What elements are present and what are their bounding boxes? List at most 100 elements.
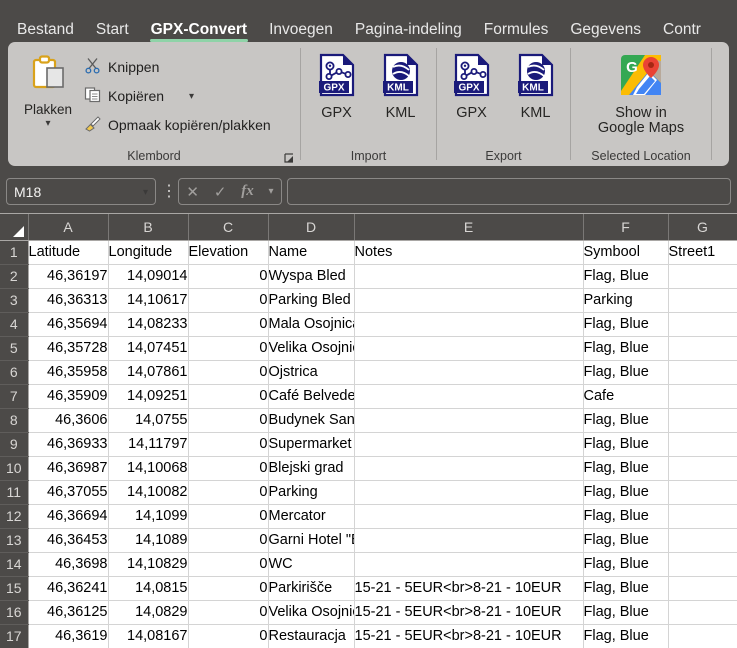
cell-c17[interactable]: 0 (188, 624, 269, 648)
confirm-icon[interactable]: ✓ (214, 183, 227, 201)
cell-e14[interactable] (354, 552, 584, 577)
cell-c1[interactable]: Elevation (188, 240, 269, 265)
cell-b10[interactable]: 14,10068 (108, 456, 189, 481)
column-header-b[interactable]: B (108, 214, 189, 241)
cell-a9[interactable]: 46,36933 (28, 432, 109, 457)
cell-e12[interactable] (354, 504, 584, 529)
cell-e9[interactable] (354, 432, 584, 457)
cell-c16[interactable]: 0 (188, 600, 269, 625)
import-gpx-button[interactable]: GPX GPX (308, 49, 366, 121)
cell-f16[interactable]: Flag, Blue (583, 600, 669, 625)
show-in-google-maps-button[interactable]: G Show in Google Maps (581, 49, 701, 136)
cell-a13[interactable]: 46,36453 (28, 528, 109, 553)
paste-button[interactable]: Plakken ▾ (16, 49, 80, 129)
column-header-d[interactable]: D (268, 214, 355, 241)
import-kml-button[interactable]: KML KML (372, 49, 430, 121)
cell-b11[interactable]: 14,10082 (108, 480, 189, 505)
cell-d15[interactable]: Parkirišče (268, 576, 355, 601)
cell-b7[interactable]: 14,09251 (108, 384, 189, 409)
cell-f2[interactable]: Flag, Blue (583, 264, 669, 289)
cell-d9[interactable]: Supermarket Mercator (268, 432, 355, 457)
cell-a7[interactable]: 46,35909 (28, 384, 109, 409)
select-all-corner[interactable] (0, 214, 29, 241)
cell-c14[interactable]: 0 (188, 552, 269, 577)
cell-c13[interactable]: 0 (188, 528, 269, 553)
cell-e4[interactable] (354, 312, 584, 337)
cell-c5[interactable]: 0 (188, 336, 269, 361)
chevron-down-icon[interactable]: ▾ (45, 119, 50, 129)
cell-g17[interactable] (668, 624, 737, 648)
chevron-down-icon[interactable]: ▾ (189, 92, 194, 102)
ribbon-tab-contr[interactable]: Contr (652, 21, 712, 43)
row-header-4[interactable]: 4 (0, 312, 29, 337)
ribbon-tab-pagina-indeling[interactable]: Pagina-indeling (344, 21, 473, 43)
cell-c8[interactable]: 0 (188, 408, 269, 433)
name-box[interactable]: M18 ▾ (6, 178, 156, 205)
cell-d7[interactable]: Café Belvedere / Kavarna Belvedere (268, 384, 355, 409)
cell-d14[interactable]: WC (268, 552, 355, 577)
ribbon-tab-bestand[interactable]: Bestand (6, 21, 85, 43)
column-header-e[interactable]: E (354, 214, 584, 241)
row-header-5[interactable]: 5 (0, 336, 29, 361)
cell-f1[interactable]: Symbool (583, 240, 669, 265)
cell-d2[interactable]: Wyspa Bled (268, 264, 355, 289)
column-header-g[interactable]: G (668, 214, 737, 241)
cell-e6[interactable] (354, 360, 584, 385)
cell-e8[interactable] (354, 408, 584, 433)
cell-g3[interactable] (668, 288, 737, 313)
cell-d6[interactable]: Ojstrica (268, 360, 355, 385)
cell-g9[interactable] (668, 432, 737, 457)
cell-b17[interactable]: 14,08167 (108, 624, 189, 648)
cell-e11[interactable] (354, 480, 584, 505)
cell-e2[interactable] (354, 264, 584, 289)
cell-a6[interactable]: 46,35958 (28, 360, 109, 385)
copy-button[interactable]: Kopiëren ▾ (80, 83, 275, 109)
cell-e10[interactable] (354, 456, 584, 481)
ribbon-tab-formules[interactable]: Formules (473, 21, 560, 43)
ribbon-tab-invoegen[interactable]: Invoegen (258, 21, 344, 43)
cell-a4[interactable]: 46,35694 (28, 312, 109, 337)
formula-input[interactable] (287, 178, 731, 205)
cell-e5[interactable] (354, 336, 584, 361)
cell-f7[interactable]: Cafe (583, 384, 669, 409)
cell-b14[interactable]: 14,10829 (108, 552, 189, 577)
cell-a16[interactable]: 46,36125 (28, 600, 109, 625)
cell-f6[interactable]: Flag, Blue (583, 360, 669, 385)
cell-g1[interactable]: Street1 (668, 240, 737, 265)
cell-d11[interactable]: Parking (268, 480, 355, 505)
cell-c3[interactable]: 0 (188, 288, 269, 313)
cell-d1[interactable]: Name (268, 240, 355, 265)
ribbon-tab-start[interactable]: Start (85, 21, 140, 43)
cell-g2[interactable] (668, 264, 737, 289)
cell-d4[interactable]: Mala Osojnica (268, 312, 355, 337)
cell-d5[interactable]: Velika Osojnica (268, 336, 355, 361)
cell-e13[interactable] (354, 528, 584, 553)
cell-f13[interactable]: Flag, Blue (583, 528, 669, 553)
cell-f17[interactable]: Flag, Blue (583, 624, 669, 648)
cell-e3[interactable] (354, 288, 584, 313)
cell-g11[interactable] (668, 480, 737, 505)
cell-e7[interactable] (354, 384, 584, 409)
row-header-13[interactable]: 13 (0, 528, 29, 553)
format-painter-button[interactable]: Opmaak kopiëren/plakken (80, 112, 275, 138)
ribbon-tab-gpx-convert[interactable]: GPX-Convert (140, 21, 258, 43)
cell-f15[interactable]: Flag, Blue (583, 576, 669, 601)
cell-f12[interactable]: Flag, Blue (583, 504, 669, 529)
cell-d3[interactable]: Parking Bled (268, 288, 355, 313)
cell-c11[interactable]: 0 (188, 480, 269, 505)
cell-e16[interactable]: 15-21 - 5EUR<br>8-21 - 10EUR (354, 600, 584, 625)
cell-a12[interactable]: 46,36694 (28, 504, 109, 529)
cell-c6[interactable]: 0 (188, 360, 269, 385)
cell-g14[interactable] (668, 552, 737, 577)
cell-e1[interactable]: Notes (354, 240, 584, 265)
cell-f10[interactable]: Flag, Blue (583, 456, 669, 481)
cell-b16[interactable]: 14,0829 (108, 600, 189, 625)
cell-a3[interactable]: 46,36313 (28, 288, 109, 313)
cell-c10[interactable]: 0 (188, 456, 269, 481)
cell-f9[interactable]: Flag, Blue (583, 432, 669, 457)
chevron-down-icon[interactable]: ▾ (269, 186, 274, 197)
cell-f8[interactable]: Flag, Blue (583, 408, 669, 433)
cell-d12[interactable]: Mercator (268, 504, 355, 529)
cell-d8[interactable]: Budynek Sanitarny 3 (268, 408, 355, 433)
cell-f3[interactable]: Parking (583, 288, 669, 313)
